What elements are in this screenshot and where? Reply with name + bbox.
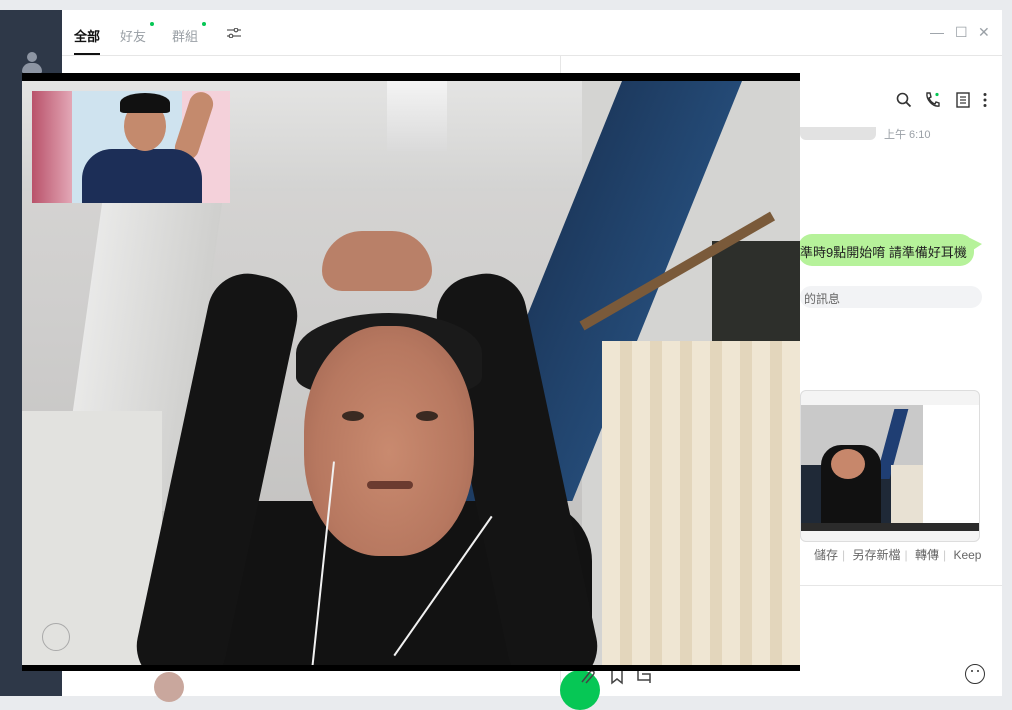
tab-underline [74,53,100,55]
image-actions: 儲存 | 另存新檔 | 轉傳 | Keep [814,548,982,562]
image-thumbnail [801,405,923,523]
tab-groups[interactable]: 群組 [172,26,198,45]
shared-image[interactable] [800,390,980,542]
more-icon[interactable] [982,92,988,108]
notice-text: 的訊息 [804,292,841,306]
phone-icon[interactable] [924,92,940,108]
message-time: 上午 6:10 [884,129,931,141]
new-dot-icon [150,22,154,26]
avatar [154,672,184,702]
top-bar: 全部 好友 群組 — ☐ ✕ [62,10,1002,56]
watermark-icon [42,623,70,651]
bookmark-icon[interactable] [611,669,623,685]
self-video-preview[interactable] [32,91,230,203]
save-as-button[interactable]: 另存新檔 [852,548,900,562]
filter-icon[interactable] [227,28,241,38]
message-bubble [800,127,876,140]
message-text: 準時9點開始唷 請準備好耳機 [800,245,967,260]
forward-button[interactable]: 轉傳 [915,548,939,562]
minimize-button[interactable]: — [930,24,944,40]
remote-video [22,81,800,665]
notes-icon[interactable] [956,92,970,108]
video-call-window[interactable] [22,73,800,671]
crop-icon[interactable] [637,670,651,683]
maximize-button[interactable]: ☐ [955,24,968,41]
save-button[interactable]: 儲存 [814,548,838,562]
close-button[interactable]: ✕ [978,24,990,41]
search-icon[interactable] [896,92,912,108]
tab-all[interactable]: 全部 [74,26,100,45]
attach-icon[interactable] [581,670,595,684]
emoji-icon[interactable] [965,664,985,684]
keep-button[interactable]: Keep [953,548,981,562]
new-dot-icon [202,22,206,26]
tab-friends[interactable]: 好友 [120,26,146,45]
chat-toolbar [894,90,994,110]
